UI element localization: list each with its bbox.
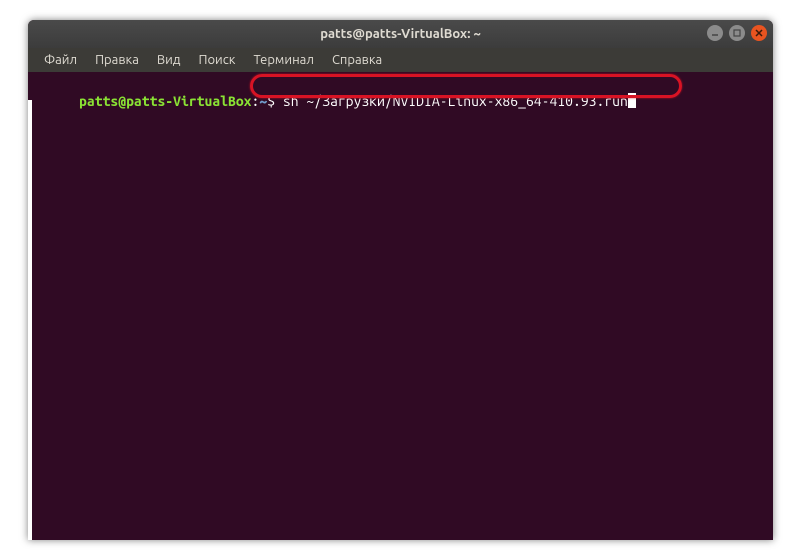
menu-file[interactable]: Файл [36, 51, 85, 69]
menubar: Файл Правка Вид Поиск Терминал Справка [28, 48, 773, 72]
left-white-strip [28, 100, 32, 540]
cursor-icon [628, 93, 636, 108]
prompt-user: patts@patts-VirtualBox [79, 93, 251, 109]
prompt-dollar: $ [267, 93, 283, 109]
command-text: sh ~/Загрузки/NVIDIA-Linux-x86_64-410.93… [283, 93, 628, 109]
window-controls [707, 25, 767, 41]
titlebar[interactable]: patts@patts-VirtualBox: ~ [28, 20, 773, 48]
menu-view[interactable]: Вид [149, 51, 189, 69]
menu-search[interactable]: Поиск [190, 51, 243, 69]
menu-terminal[interactable]: Терминал [245, 51, 321, 69]
minimize-button[interactable] [707, 25, 723, 41]
close-button[interactable] [751, 25, 767, 41]
maximize-button[interactable] [729, 25, 745, 41]
terminal-window: patts@patts-VirtualBox: ~ Файл Правка Ви… [28, 20, 773, 540]
menu-edit[interactable]: Правка [87, 51, 147, 69]
window-title: patts@patts-VirtualBox: ~ [320, 27, 481, 41]
terminal-body[interactable]: patts@patts-VirtualBox:~$ sh ~/Загрузки/… [28, 72, 773, 540]
terminal-line: patts@patts-VirtualBox:~$ sh ~/Загрузки/… [32, 74, 769, 146]
menu-help[interactable]: Справка [324, 51, 390, 69]
